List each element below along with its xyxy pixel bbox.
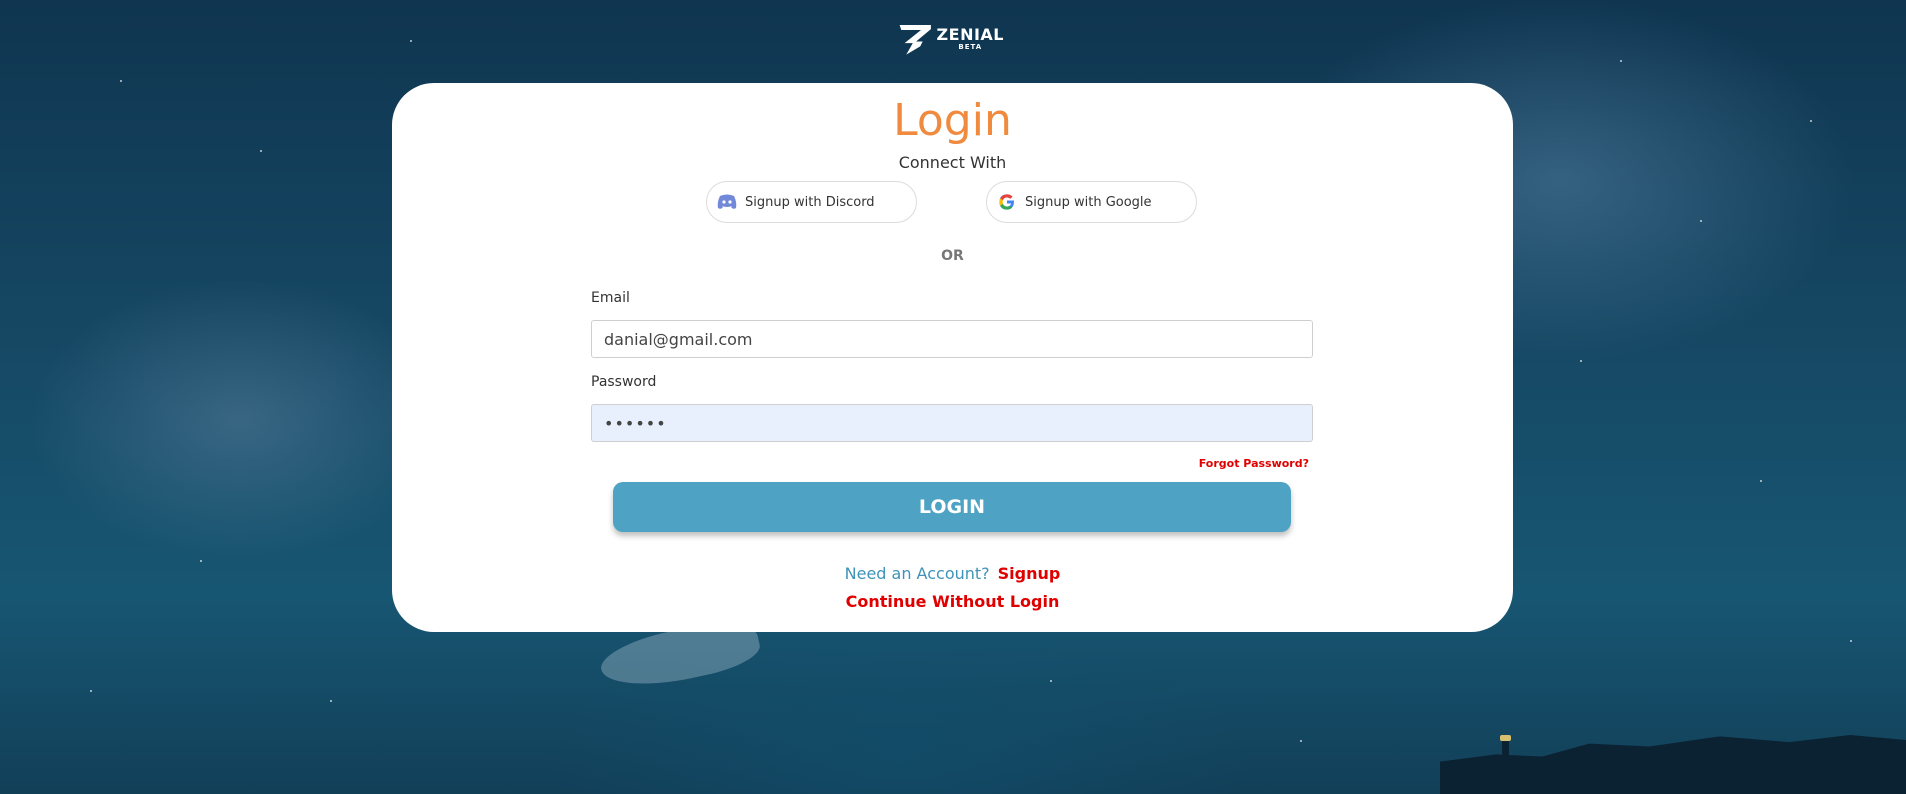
password-label: Password [591,374,657,390]
google-icon [999,194,1015,210]
star [1700,220,1702,222]
forgot-password-link[interactable]: Forgot Password? [1199,457,1309,470]
page-title: Login [893,95,1012,146]
signup-google-button[interactable]: Signup with Google [986,181,1197,223]
brand-text: ZENIAL BETA [936,25,1004,52]
star [330,700,332,702]
signup-link[interactable]: Signup [998,564,1061,583]
lighthouse [1502,740,1509,762]
discord-button-label: Signup with Discord [745,194,875,210]
star [200,560,202,562]
email-field[interactable] [591,320,1313,358]
zenial-logo-icon [899,25,931,55]
email-label: Email [591,290,630,306]
brand-logo[interactable]: ZENIAL BETA [898,18,1004,60]
star [1620,60,1622,62]
horizon-hills [1440,734,1906,794]
connect-with-label: Connect With [898,153,1007,172]
star [1760,480,1762,482]
need-account-text: Need an Account? [844,564,990,583]
or-separator: OR [941,248,964,264]
continue-without-login-link[interactable]: Continue Without Login [846,592,1060,611]
star [1300,740,1302,742]
google-button-label: Signup with Google [1025,194,1152,210]
star [260,150,262,152]
lighthouse-light [1500,735,1511,741]
star [1050,680,1052,682]
signup-discord-button[interactable]: Signup with Discord [706,181,917,223]
continue-without-login-row: Continue Without Login [392,592,1513,611]
brand-name: ZENIAL [936,25,1004,44]
beta-badge: BETA [958,43,983,51]
account-row: Need an Account? Signup [392,564,1513,583]
login-card: Login Connect With Signup with Discord S… [392,83,1513,632]
password-field[interactable] [591,404,1313,442]
discord-icon [717,194,737,209]
star [1810,120,1812,122]
star [1580,360,1582,362]
star [1850,640,1852,642]
star [410,40,412,42]
star [120,80,122,82]
login-button[interactable]: LOGIN [613,482,1291,532]
star [90,690,92,692]
